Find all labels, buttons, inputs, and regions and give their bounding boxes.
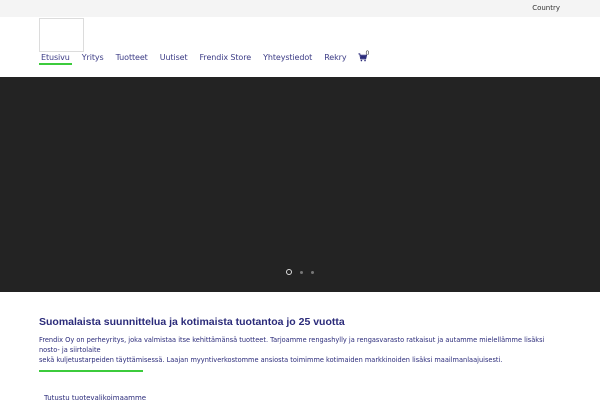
country-selector[interactable]: Country <box>532 4 560 12</box>
site-logo[interactable] <box>39 18 84 52</box>
nav-item-tuotteet[interactable]: Tuotteet <box>114 51 150 65</box>
intro-section: Suomalaista suunnittelua ja kotimaista t… <box>39 316 559 365</box>
slider-dot-2[interactable] <box>300 270 303 274</box>
nav-item-rekry[interactable]: Rekry <box>322 51 348 65</box>
intro-paragraph-line-2: sekä kuljetustarpeiden täyttämisessä. La… <box>39 356 503 364</box>
nav-item-etusivu[interactable]: Etusivu <box>39 51 72 65</box>
intro-paragraph-line-1: Frendix Oy on perheyritys, joka valmista… <box>39 336 545 354</box>
cart-button[interactable]: 0 <box>356 50 370 64</box>
nav-item-uutiset[interactable]: Uutiset <box>158 51 190 65</box>
hero-slider[interactable] <box>0 77 600 292</box>
site-header: Etusivu Yritys Tuotteet Uutiset Frendix … <box>0 17 600 78</box>
nav-item-yritys[interactable]: Yritys <box>80 51 106 65</box>
slider-dot-3[interactable] <box>311 270 314 274</box>
products-subheading: Tutustu tuotevalikoimaamme <box>44 394 147 402</box>
main-nav: Etusivu Yritys Tuotteet Uutiset Frendix … <box>39 50 370 67</box>
section-divider <box>39 370 143 372</box>
intro-paragraph: Frendix Oy on perheyritys, joka valmista… <box>39 335 559 365</box>
nav-item-yhteystiedot[interactable]: Yhteystiedot <box>261 51 314 65</box>
slider-dot-1[interactable] <box>286 269 292 275</box>
cart-count-badge: 0 <box>365 50 370 57</box>
section-title: Suomalaista suunnittelua ja kotimaista t… <box>39 316 345 328</box>
nav-item-frendix-store[interactable]: Frendix Store <box>198 51 254 65</box>
top-bar: Country <box>0 0 600 17</box>
slider-pagination <box>0 269 600 275</box>
